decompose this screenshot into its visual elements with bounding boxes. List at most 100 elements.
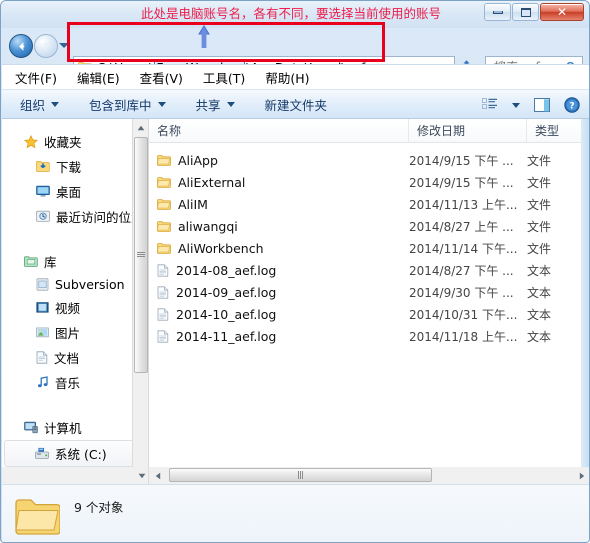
sidebar-item-subversion[interactable]: Subversion (2, 274, 148, 295)
sidebar-item-desktop[interactable]: 桌面 (2, 179, 148, 204)
table-row[interactable]: AliIM 2014/11/13 上午... 文件 (149, 193, 589, 215)
file-pane-scroll-thumb[interactable] (581, 119, 589, 483)
help-icon[interactable]: ? (564, 97, 580, 113)
new-folder-button[interactable]: 新建文件夹 (265, 95, 328, 114)
navigation-pane: 收藏夹 下载 桌面 最近访问的位置 库 Subversion 视频 图片 文档 … (2, 119, 149, 483)
file-name-label: 2014-11_aef.log (176, 328, 277, 344)
video-icon (36, 301, 49, 314)
sidebar-scrollbar[interactable] (132, 119, 148, 483)
sidebar-label: 图片 (55, 326, 81, 341)
library-icon (24, 255, 38, 268)
sidebar-item-videos[interactable]: 视频 (2, 295, 148, 320)
file-name-label: AliExternal (178, 174, 246, 190)
column-header-type[interactable]: 类型 (527, 119, 567, 142)
file-name-cell[interactable]: AliIM (149, 197, 409, 212)
sidebar-label: 下载 (56, 160, 82, 175)
sidebar-item-favorites[interactable]: 收藏夹 (2, 129, 148, 154)
minimize-icon (492, 10, 503, 14)
table-row[interactable]: 2014-11_aef.log 2014/11/18 上午... 文本 (149, 325, 589, 347)
table-row[interactable]: 2014-10_aef.log 2014/10/31 下午... 文本 (149, 303, 589, 325)
file-pane-scrollbar[interactable] (581, 119, 589, 483)
file-name-cell[interactable]: 2014-09_aef.log (149, 285, 409, 300)
file-name-label: aliwangqi (178, 218, 238, 234)
organize-button[interactable]: 组织 (20, 95, 60, 114)
file-date-cell: 2014/11/13 上午... (409, 197, 518, 212)
sidebar-item-libraries[interactable]: 库 (2, 249, 148, 274)
download-icon (36, 160, 50, 173)
sidebar-label: 文档 (54, 351, 80, 366)
toolbar-right-group: ? (482, 90, 580, 120)
folder-large-icon (14, 496, 61, 538)
preview-pane-icon[interactable] (534, 98, 550, 112)
file-type-cell: 文件 (527, 219, 552, 234)
table-row[interactable]: AliApp 2014/9/15 下午 ... 文件 (149, 149, 589, 171)
annotation-arrow-icon (198, 25, 210, 48)
back-button[interactable] (9, 34, 33, 58)
table-row[interactable]: AliExternal 2014/9/15 下午 ... 文件 (149, 171, 589, 193)
view-mode-caret-icon[interactable] (512, 102, 520, 108)
menu-item-tools[interactable]: 工具(T) (202, 66, 246, 89)
include-in-library-button[interactable]: 包含到库中 (89, 95, 166, 114)
sidebar-item-documents[interactable]: 文档 (2, 345, 148, 370)
table-row[interactable]: 2014-08_aef.log 2014/8/27 下午 ... 文本 (149, 259, 589, 281)
file-type-cell: 文本 (527, 263, 552, 278)
menu-item-help[interactable]: 帮助(H) (264, 66, 310, 89)
menu-item-edit[interactable]: 编辑(E) (76, 66, 121, 89)
file-name-cell[interactable]: AliWorkbench (149, 241, 409, 256)
table-row[interactable]: AliWorkbench 2014/11/14 下午... 文件 (149, 237, 589, 259)
column-header-date-modified[interactable]: 修改日期 (409, 119, 527, 142)
table-row[interactable]: 2014-09_aef.log 2014/9/30 下午 ... 文本 (149, 281, 589, 303)
file-name-cell[interactable]: aliwangqi (149, 219, 409, 234)
share-button[interactable]: 共享 (196, 95, 235, 114)
file-type-cell: 文件 (527, 197, 552, 212)
sidebar-scroll-up-button[interactable] (133, 119, 148, 136)
file-date-cell: 2014/8/27 上午 ... (409, 219, 514, 234)
maximize-button[interactable] (512, 3, 539, 21)
file-name-cell[interactable]: 2014-10_aef.log (149, 307, 409, 322)
back-arrow-glyph (18, 41, 24, 51)
close-button[interactable]: ✕ (540, 3, 584, 21)
file-list: AliApp 2014/9/15 下午 ... 文件 AliExternal 2… (149, 143, 589, 347)
forward-icon (34, 34, 58, 58)
sidebar-label: 音乐 (55, 376, 81, 391)
menu-item-file[interactable]: 文件(F) (14, 66, 58, 89)
sidebar-item-pictures[interactable]: 图片 (2, 320, 148, 345)
sidebar-item-recent-places[interactable]: 最近访问的位置 (2, 204, 148, 229)
file-date-cell: 2014/10/31 下午... (409, 307, 518, 322)
file-name-cell[interactable]: 2014-08_aef.log (149, 263, 409, 278)
sidebar-item-music[interactable]: 音乐 (2, 370, 148, 395)
chevron-up-icon (137, 125, 145, 130)
sidebar-scroll-thumb[interactable] (134, 137, 148, 373)
recent-locations-dropdown[interactable] (59, 43, 69, 48)
forward-button[interactable] (34, 34, 58, 58)
file-name-cell[interactable]: 2014-11_aef.log (149, 329, 409, 344)
minimize-button[interactable] (484, 3, 511, 21)
window-controls: ✕ (484, 3, 584, 21)
folder-icon (157, 198, 171, 210)
folder-icon (157, 242, 171, 254)
sidebar-item-computer[interactable]: 计算机 (2, 415, 148, 440)
folder-icon (157, 176, 171, 188)
close-icon: ✕ (556, 5, 568, 19)
sidebar-scroll-down-arrow[interactable] (2, 467, 149, 484)
horizontal-scrollbar[interactable] (149, 467, 589, 484)
new-folder-label: 新建文件夹 (264, 97, 328, 113)
scroll-left-button[interactable] (149, 467, 166, 484)
sidebar-label: 最近访问的位置 (56, 210, 144, 225)
menu-item-view[interactable]: 查看(V) (139, 66, 184, 89)
sidebar-item-downloads[interactable]: 下载 (2, 154, 148, 179)
log-file-icon (157, 263, 169, 277)
status-bar: 9 个对象 (2, 484, 589, 542)
scroll-right-button[interactable] (573, 467, 589, 484)
horizontal-scroll-thumb[interactable] (169, 468, 432, 482)
sidebar-label: 桌面 (56, 185, 82, 200)
column-header-name[interactable]: 名称 (149, 119, 409, 142)
file-name-cell[interactable]: AliExternal (149, 175, 409, 190)
file-name-cell[interactable]: AliApp (149, 153, 409, 168)
file-name-label: 2014-10_aef.log (176, 306, 277, 322)
sidebar-item-system-drive-c[interactable]: 系统 (C:) (4, 440, 144, 467)
view-mode-icon[interactable] (482, 98, 498, 112)
table-row[interactable]: aliwangqi 2014/8/27 上午 ... 文件 (149, 215, 589, 237)
share-label: 共享 (195, 97, 221, 113)
